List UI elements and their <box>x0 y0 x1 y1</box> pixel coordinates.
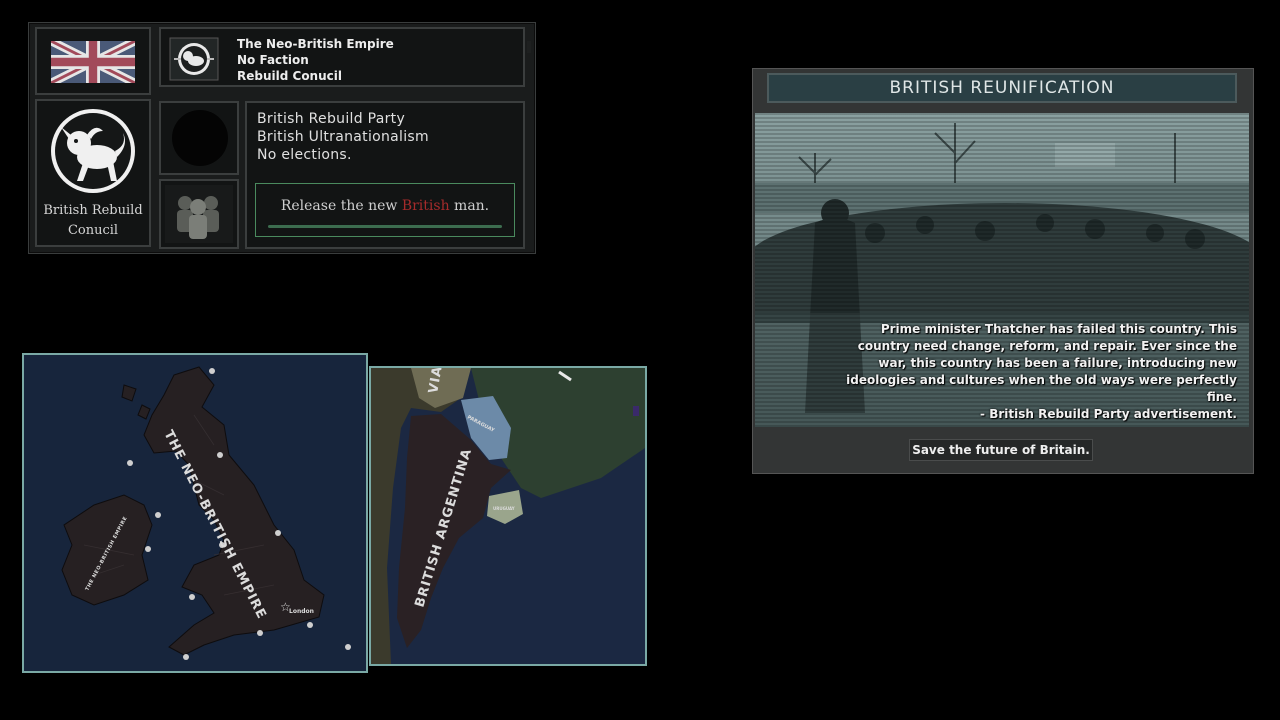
capital-label: London <box>289 608 314 615</box>
country-name: The Neo-British Empire <box>237 37 394 51</box>
leader-portrait[interactable] <box>159 101 239 175</box>
country-header: The Neo-British Empire No Faction Rebuil… <box>159 27 525 87</box>
party-name: British Rebuild Party <box>257 111 406 127</box>
uruguay-label: URUGUAY <box>493 506 515 511</box>
faction-name[interactable]: No Faction <box>237 53 309 67</box>
slogan-text-start: Release the new <box>280 198 398 214</box>
country-overview-panel: British Rebuild Conucil The Neo-British … <box>28 22 536 254</box>
event-title-bar: BRITISH REUNIFICATION <box>767 73 1237 103</box>
advisor-portrait[interactable] <box>159 179 239 249</box>
argentina-map-canvas: BRITISH ARGENTINA PARAGUAY VIA URUGUAY <box>371 368 645 664</box>
event-title: BRITISH REUNIFICATION <box>889 78 1115 98</box>
emblem-caption-line1: British Rebuild <box>43 203 143 218</box>
elections-status: No elections. <box>257 147 352 163</box>
slogan-highlight: British <box>401 198 450 214</box>
event-description-line: - British Rebuild Party advertisement. <box>980 407 1237 421</box>
argentina-map[interactable]: BRITISH ARGENTINA PARAGUAY VIA URUGUAY <box>369 366 647 666</box>
panel-scroll-indicator <box>527 41 531 53</box>
popularity-bar <box>268 225 502 228</box>
event-picture: Prime minister Thatcher has failed this … <box>755 113 1249 427</box>
slogan-text-end: man. <box>454 198 490 214</box>
empty-portrait-icon <box>172 110 228 166</box>
emblem-caption: British Rebuild Conucil <box>37 201 149 241</box>
emblem-caption-line2: Conucil <box>67 223 119 238</box>
event-description: Prime minister Thatcher has failed this … <box>817 321 1237 423</box>
event-option-button[interactable]: Save the future of Britain. <box>909 439 1093 461</box>
britain-map-canvas: ☆ London THE NEO-BRITISH EMPIRE THE NEO-… <box>24 355 366 671</box>
event-description-line: ideologies and cultures when the old way… <box>846 373 1237 404</box>
national-flag[interactable] <box>35 27 151 95</box>
ideology-name: British Ultranationalism <box>257 129 429 145</box>
event-window: BRITISH REUNIFICATION Prime minister Tha… <box>752 68 1254 474</box>
soldiers-portrait-icon <box>165 185 233 243</box>
event-description-line: Prime minister Thatcher has failed this … <box>880 322 1237 336</box>
lion-emblem-icon <box>51 109 135 193</box>
faction-crest-icon[interactable] <box>169 37 219 81</box>
government-label: Rebuild Conucil <box>237 69 342 83</box>
ruling-party-box[interactable]: British Rebuild Party British Ultranatio… <box>245 101 525 249</box>
party-slogan: Release the new British man. <box>256 198 514 214</box>
event-description-line: country need change, reform, and repair.… <box>857 339 1237 353</box>
party-slogan-box: Release the new British man. <box>255 183 515 237</box>
party-emblem[interactable]: British Rebuild Conucil <box>35 99 151 247</box>
union-jack-flag-icon <box>51 41 135 83</box>
britain-map[interactable]: ☆ London THE NEO-BRITISH EMPIRE THE NEO-… <box>22 353 368 673</box>
event-description-line: war, this country has been a failure, in… <box>878 356 1237 370</box>
